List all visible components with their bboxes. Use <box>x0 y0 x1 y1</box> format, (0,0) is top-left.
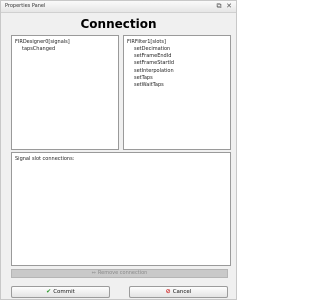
slots-list[interactable]: FIRFilter1[slots] setDecimation setFrameE… <box>123 35 231 150</box>
cancel-label: Cancel <box>172 289 192 295</box>
slot-list-item[interactable]: setTaps <box>134 75 174 82</box>
commit-button[interactable]: ✔ Commit <box>11 286 110 298</box>
slot-list-item[interactable]: setDecimation <box>134 46 174 53</box>
commit-label: Commit <box>53 289 75 295</box>
connections-list-title: Signal slot connections: <box>15 156 75 162</box>
close-icon[interactable]: ✕ <box>225 2 233 10</box>
signal-list-item[interactable]: tapsChanged <box>22 46 55 53</box>
properties-panel-window: Properties Panel ⧉ ✕ Connection FIRDesig… <box>0 0 237 300</box>
slot-list-item[interactable]: setWaitTaps <box>134 82 174 89</box>
remove-connection-label: Remove connection <box>97 270 148 276</box>
restore-icon[interactable]: ⧉ <box>215 2 223 10</box>
connections-list[interactable]: Signal slot connections: <box>11 152 231 266</box>
slots-list-title: FIRFilter1[slots] <box>127 39 166 45</box>
cancel-button[interactable]: ⊘ Cancel <box>129 286 228 298</box>
signals-list-title: FIRDesigner0[signals] <box>15 39 70 45</box>
checkmark-icon: ✔ <box>46 288 52 295</box>
slot-list-item[interactable]: setInterpolation <box>134 68 174 75</box>
remove-link-icon: ⇔ <box>91 270 96 276</box>
cancel-icon: ⊘ <box>165 288 171 295</box>
remove-connection-button[interactable]: ⇔ Remove connection <box>11 269 228 278</box>
slot-list-item[interactable]: setFrameEndId <box>134 53 174 60</box>
page-title: Connection <box>80 17 157 31</box>
window-title: Properties Panel <box>5 3 46 9</box>
title-bar[interactable]: Properties Panel ⧉ ✕ <box>1 1 236 13</box>
slot-list-item[interactable]: setFrameStartId <box>134 60 174 67</box>
signals-list[interactable]: FIRDesigner0[signals] tapsChanged <box>11 35 119 150</box>
